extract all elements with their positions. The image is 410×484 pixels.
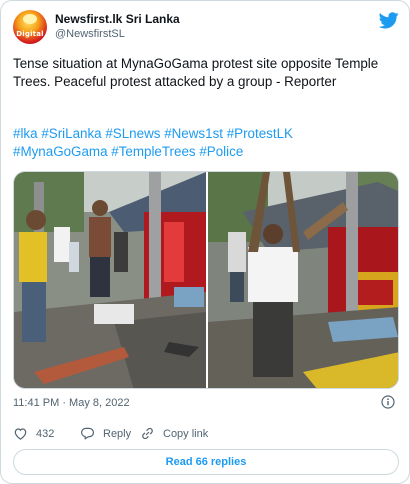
tweet-timestamp[interactable]: 11:41 PM · May 8, 2022 — [13, 397, 130, 409]
like-button[interactable]: 432 — [13, 426, 54, 441]
link-icon — [142, 427, 153, 440]
info-icon[interactable] — [381, 395, 395, 409]
hashtags-line-2: #MynaGoGama #TempleTrees #Police — [13, 143, 399, 161]
reply-label: Reply — [103, 427, 132, 440]
hashtag-link[interactable]: #MynaGoGama — [13, 144, 108, 159]
hashtag-link[interactable]: #ProtestLK — [227, 126, 293, 141]
twitter-bird-icon[interactable] — [379, 12, 399, 29]
tweet-actions: 432 Reply Copy link — [13, 426, 399, 444]
like-count: 432 — [36, 427, 55, 440]
hashtags: #lka #SriLanka #SLnews #News1st #Protest… — [13, 125, 399, 161]
hashtag-link[interactable]: #TempleTrees — [111, 144, 195, 159]
protest-photo-left[interactable] — [14, 172, 206, 389]
hashtag-link[interactable]: #Police — [199, 144, 243, 159]
reply-button[interactable]: Reply — [80, 426, 131, 441]
tweet-text: Tense situation at MynaGoGama protest si… — [13, 56, 379, 89]
copy-link-button[interactable]: Copy link — [140, 426, 208, 441]
read-replies-button[interactable]: Read 66 replies — [13, 449, 399, 475]
tweet-card: Digital Newsfirst.lk Sri Lanka @Newsfirs… — [0, 0, 410, 484]
hashtag-link[interactable]: #SLnews — [105, 126, 160, 141]
copy-link-label: Copy link — [163, 427, 209, 440]
avatar-logo-mark — [23, 14, 37, 24]
tweet-header: Digital Newsfirst.lk Sri Lanka @Newsfirs… — [13, 10, 399, 44]
heart-icon — [14, 428, 27, 440]
tweet-media — [13, 171, 399, 389]
author-handle[interactable]: @NewsfirstSL — [55, 28, 125, 40]
protest-photo-right[interactable] — [208, 172, 399, 389]
hashtag-link[interactable]: #News1st — [164, 126, 223, 141]
hashtag-link[interactable]: #SriLanka — [41, 126, 101, 141]
hashtag-link[interactable]: #lka — [13, 126, 38, 141]
author-name[interactable]: Newsfirst.lk Sri Lanka — [55, 12, 180, 26]
speech-bubble-icon — [80, 427, 95, 440]
hashtags-line-1: #lka #SriLanka #SLnews #News1st #Protest… — [13, 125, 399, 143]
author-avatar[interactable]: Digital — [13, 10, 47, 44]
avatar-label: Digital — [16, 30, 44, 38]
